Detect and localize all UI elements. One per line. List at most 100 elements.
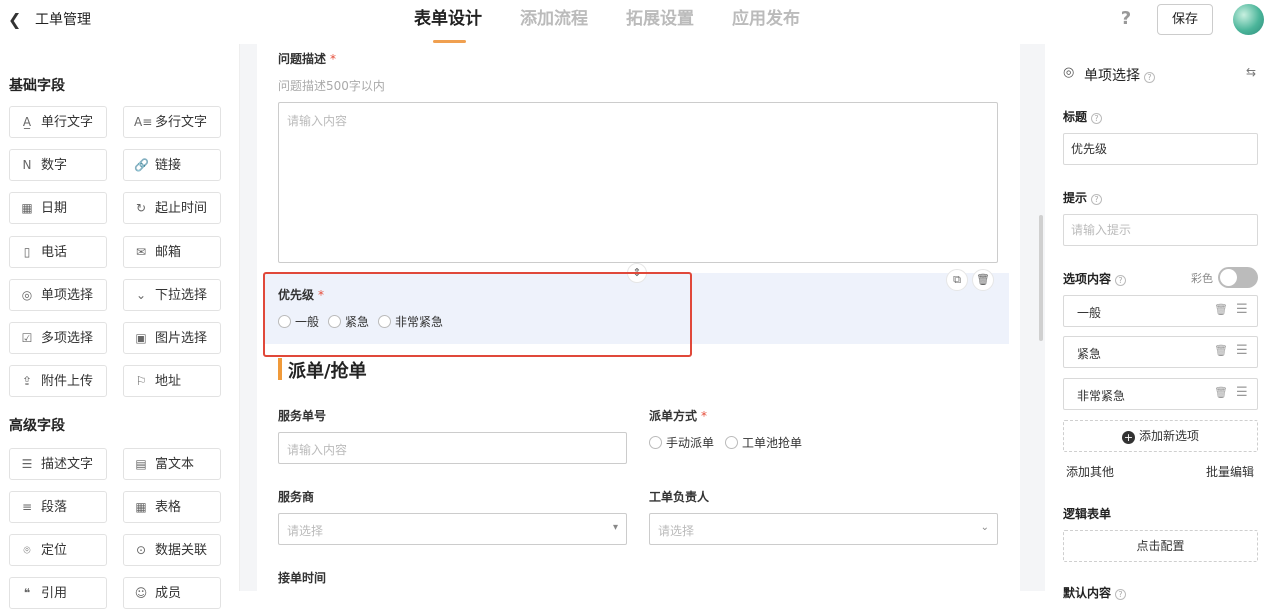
add-other-link[interactable]: 添加其他 [1066, 463, 1114, 480]
field-paragraph[interactable]: ≡ 段落 [9, 491, 107, 523]
field-phone[interactable]: ▯ 电话 [9, 236, 107, 268]
text-icon: A̲ [22, 115, 32, 129]
caret-down-icon: ▾ [612, 522, 618, 533]
field-address[interactable]: ⚐ 地址 [123, 365, 221, 397]
tab-add-flow[interactable]: 添加流程 [520, 8, 588, 30]
provider-label: 服务商 [278, 490, 315, 504]
owner-select[interactable]: 请选择 ⌄ [649, 513, 998, 545]
props-title: 单项选择? [1084, 65, 1155, 85]
field-label: 描述文字 [41, 457, 94, 472]
accept-time-label: 接单时间 [278, 571, 327, 585]
owner-label: 工单负责人 [649, 490, 710, 504]
configure-logic-button[interactable]: 点击配置 [1063, 530, 1258, 562]
field-email[interactable]: ✉ 邮箱 [123, 236, 221, 268]
field-dropdown[interactable]: ⌄ 下拉选择 [123, 279, 221, 311]
field-label: 多项选择 [41, 331, 94, 346]
rich-text-icon: ▤ [135, 457, 147, 471]
problem-desc-textarea[interactable]: 请输入内容 [278, 102, 998, 263]
copy-icon[interactable]: ⧉ [946, 269, 968, 291]
toggle-knob [1220, 269, 1237, 286]
chevron-down-icon: ⌄ [980, 522, 989, 533]
field-link[interactable]: 🔗 链接 [123, 149, 221, 181]
radio-icon [649, 436, 662, 449]
field-attachment[interactable]: ⇪ 附件上传 [9, 365, 107, 397]
field-single-line-text[interactable]: A̲ 单行文字 [9, 106, 107, 138]
field-label: 成员 [155, 586, 182, 601]
radio-icon: ◎ [21, 288, 33, 302]
option-row[interactable]: 紧急 🗑 ☰ [1063, 336, 1258, 368]
field-label: 多行文字 [155, 115, 208, 130]
help-icon[interactable]: ? [1117, 9, 1135, 29]
avatar[interactable] [1233, 4, 1264, 35]
field-label: 单行文字 [41, 115, 94, 130]
field-label: 引用 [41, 586, 68, 601]
option-row[interactable]: 非常紧急 🗑 ☰ [1063, 378, 1258, 410]
field-time-range[interactable]: ↻ 起止时间 [123, 192, 221, 224]
field-single-choice[interactable]: ◎ 单项选择 [9, 279, 107, 311]
field-label: 段落 [41, 500, 68, 515]
placeholder: 请输入内容 [287, 443, 348, 457]
section-title: 派单/抢单 [288, 361, 367, 382]
field-reference[interactable]: ❝ 引用 [9, 577, 107, 609]
field-label: 定位 [41, 543, 68, 558]
option-row[interactable]: 一般 🗑 ☰ [1063, 295, 1258, 327]
canvas-scrollbar[interactable] [1039, 215, 1043, 341]
drag-handle-icon[interactable]: ☰ [1236, 343, 1248, 358]
field-description[interactable]: ☰ 描述文字 [9, 448, 107, 480]
trash-icon[interactable]: 🗑 [972, 269, 994, 291]
drag-handle-icon[interactable]: ☰ [1236, 302, 1248, 317]
tab-extend-settings[interactable]: 拓展设置 [626, 8, 694, 30]
field-rich-text[interactable]: ▤ 富文本 [123, 448, 221, 480]
title-input[interactable]: 优先级 [1063, 133, 1258, 165]
title-field-label: 标题? [1063, 108, 1103, 125]
option-text[interactable]: 一般 [1077, 304, 1101, 321]
field-label: 下拉选择 [155, 288, 208, 303]
field-data-relation[interactable]: ⊙ 数据关联 [123, 534, 221, 566]
tab-app-publish[interactable]: 应用发布 [732, 8, 800, 30]
upload-icon: ⇪ [21, 374, 33, 388]
number-icon: N [22, 158, 32, 172]
color-toggle[interactable] [1218, 267, 1258, 288]
dispatch-option-manual[interactable]: 手动派单 [649, 434, 714, 451]
problem-desc-label: 问题描述 * [278, 52, 337, 66]
quote-icon: ❝ [23, 586, 31, 600]
image-icon: ▣ [135, 331, 147, 345]
trash-icon[interactable]: 🗑 [1214, 386, 1228, 399]
field-label: 图片选择 [155, 331, 208, 346]
trash-icon[interactable]: 🗑 [1214, 344, 1228, 357]
batch-edit-link[interactable]: 批量编辑 [1206, 463, 1254, 480]
save-button[interactable]: 保存 [1157, 4, 1213, 35]
active-tab-underline [433, 40, 466, 43]
field-label: 数据关联 [155, 543, 208, 558]
basic-fields-title: 基础字段 [9, 78, 65, 94]
calendar-icon: ▦ [21, 201, 33, 215]
field-number[interactable]: N 数字 [9, 149, 107, 181]
swap-icon[interactable]: ⇆ [1246, 65, 1256, 79]
chevron-left-icon[interactable]: ❮ [8, 10, 24, 30]
option-text[interactable]: 非常紧急 [1077, 387, 1125, 404]
field-member[interactable]: ☺ 成员 [123, 577, 221, 609]
field-multi-choice[interactable]: ☑ 多项选择 [9, 322, 107, 354]
dispatch-label: 派单方式 * [649, 409, 708, 423]
field-label: 附件上传 [41, 374, 94, 389]
field-image-choice[interactable]: ▣ 图片选择 [123, 322, 221, 354]
dispatch-option-pool[interactable]: 工单池抢单 [725, 434, 802, 451]
field-date[interactable]: ▦ 日期 [9, 192, 107, 224]
help-circle-icon: ? [1091, 113, 1103, 124]
tab-form-design[interactable]: 表单设计 [414, 8, 482, 30]
field-multi-line-text[interactable]: A≡ 多行文字 [123, 106, 221, 138]
field-table[interactable]: ▦ 表格 [123, 491, 221, 523]
top-bar: ❮ 工单管理 表单设计 添加流程 拓展设置 应用发布 ? 保存 [0, 0, 1275, 44]
field-location[interactable]: ⌾ 定位 [9, 534, 107, 566]
drag-handle-icon[interactable]: ☰ [1236, 385, 1248, 400]
options-label: 选项内容? [1063, 270, 1127, 287]
highlight-frame [263, 272, 692, 357]
hint-input[interactable]: 请输入提示 [1063, 214, 1258, 246]
add-option-button[interactable]: + 添加新选项 [1063, 420, 1258, 452]
service-no-input[interactable]: 请输入内容 [278, 432, 627, 464]
trash-icon[interactable]: 🗑 [1214, 303, 1228, 316]
option-text[interactable]: 紧急 [1077, 345, 1101, 362]
location-icon: ⌾ [23, 543, 31, 557]
field-label: 地址 [155, 374, 182, 389]
provider-select[interactable]: 请选择 ▾ [278, 513, 627, 545]
